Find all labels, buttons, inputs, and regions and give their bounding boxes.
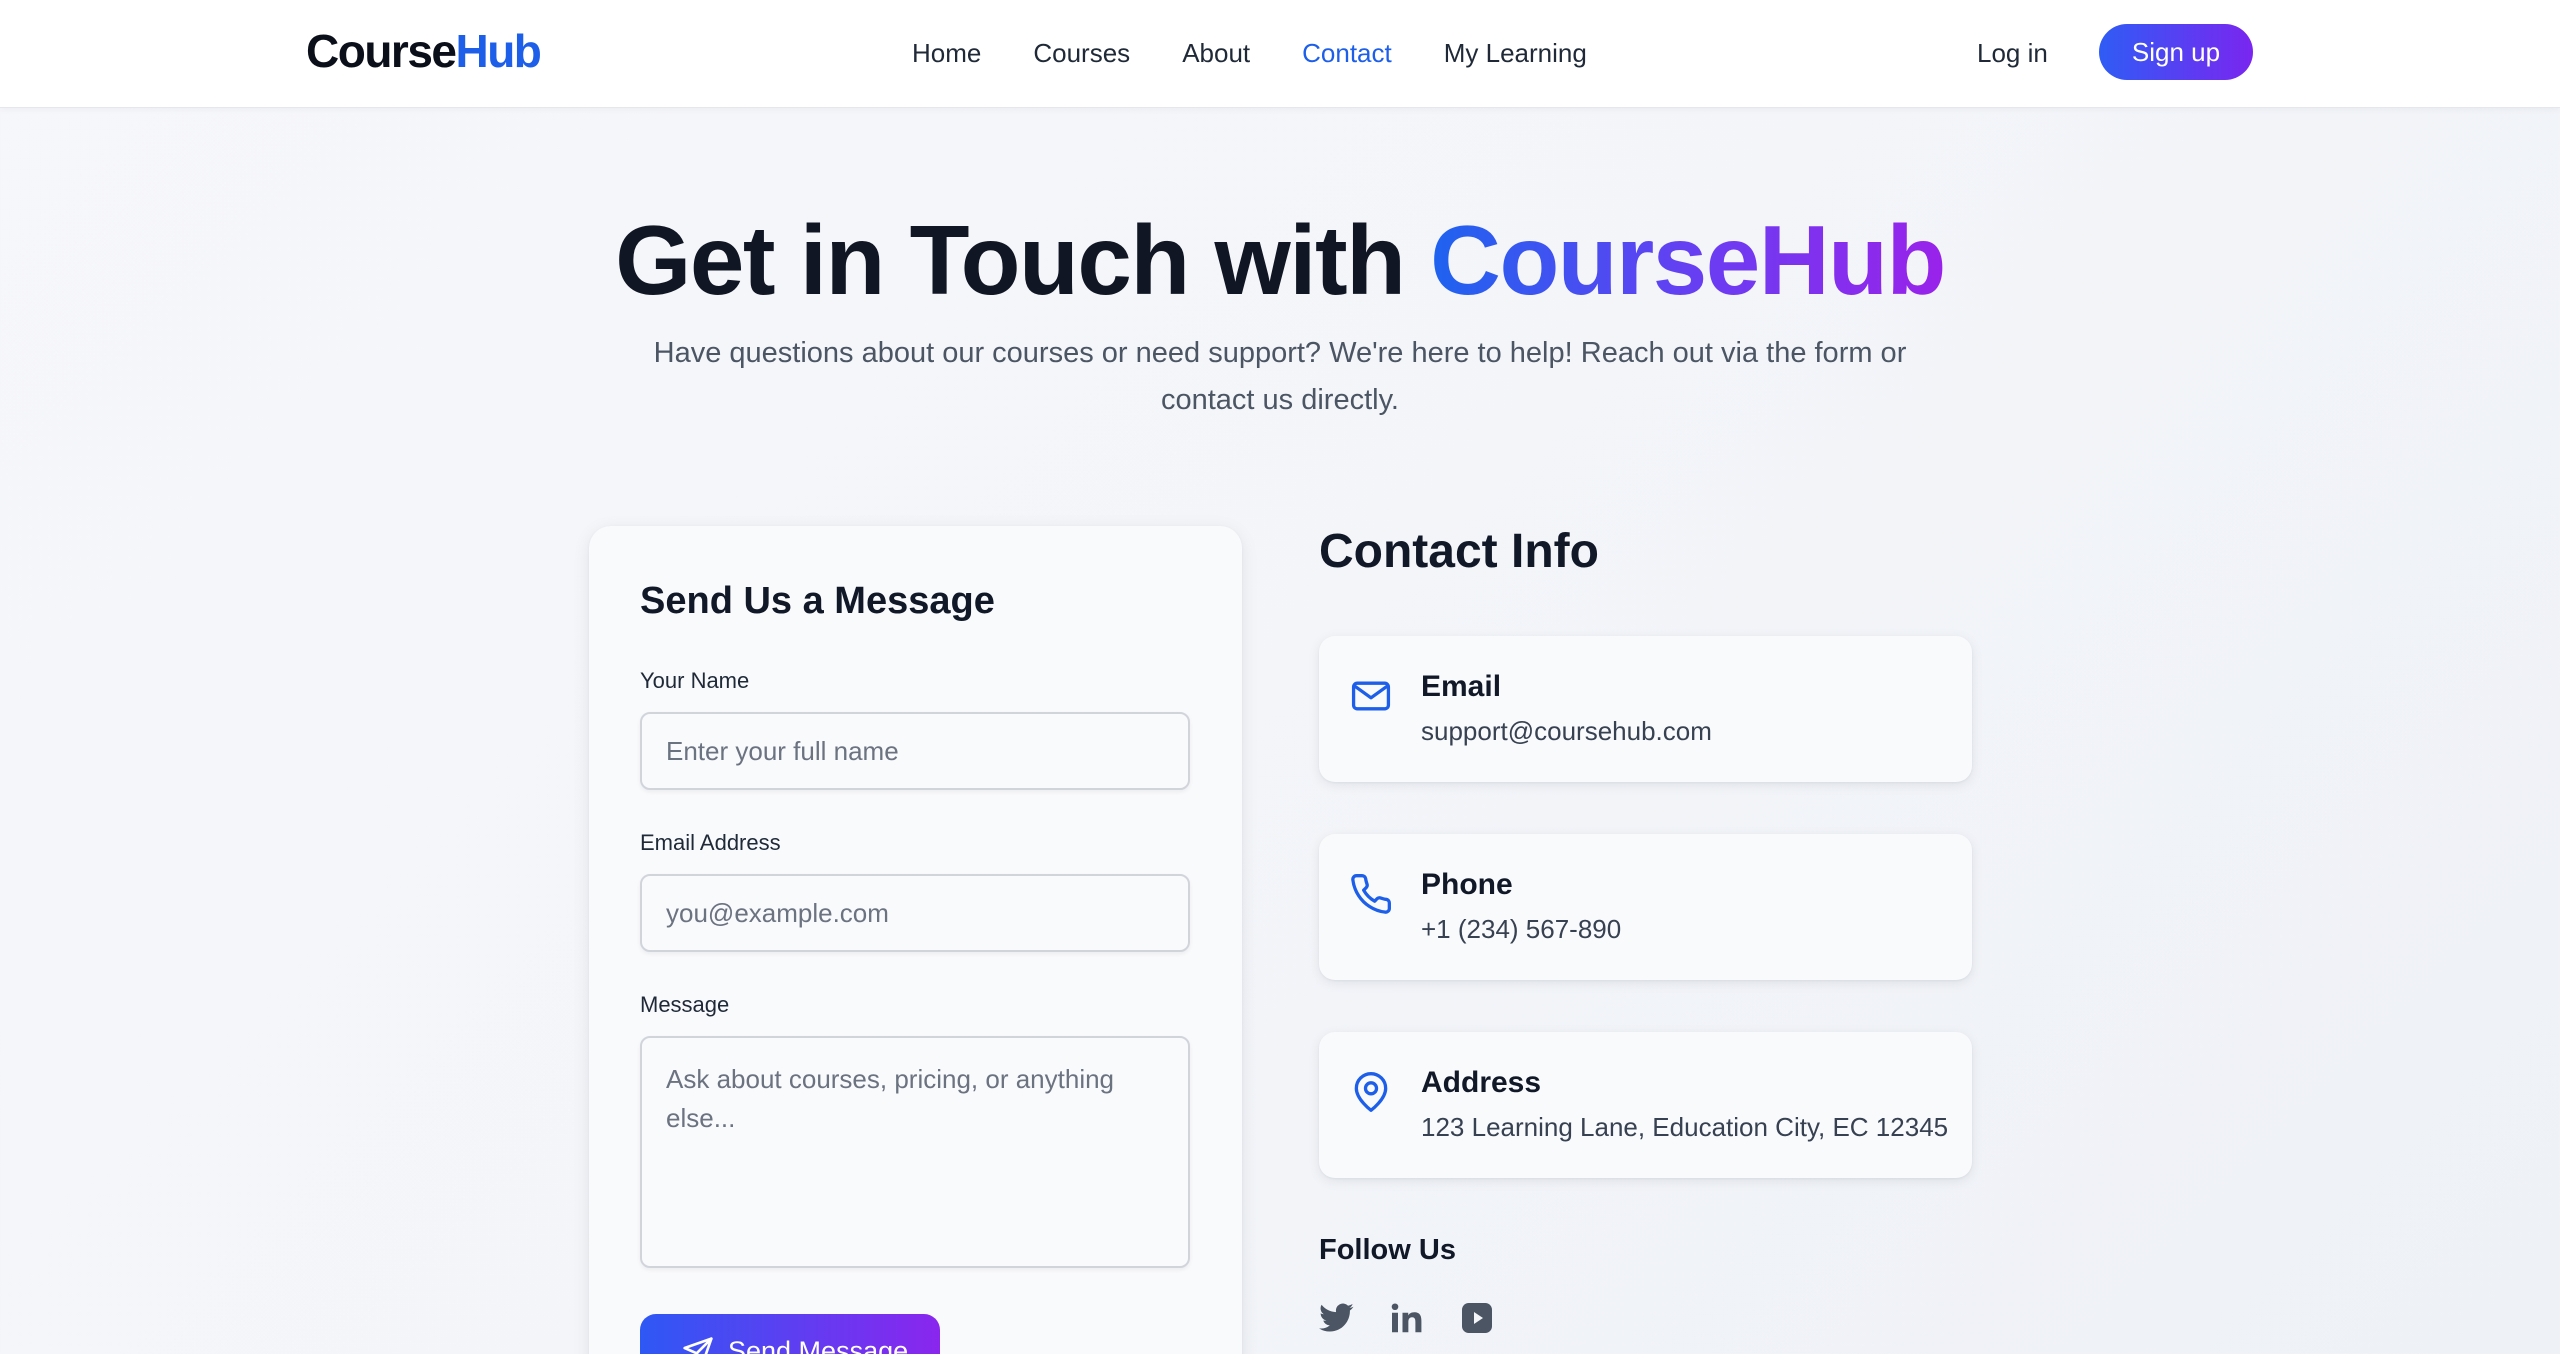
linkedin-icon[interactable]	[1389, 1300, 1425, 1336]
send-message-label: Send Message	[728, 1336, 909, 1354]
page-subtitle: Have questions about our courses or need…	[653, 337, 1907, 416]
email-info-card: Email support@coursehub.com	[1319, 636, 1972, 782]
send-icon	[683, 1337, 713, 1354]
send-message-button[interactable]: Send Message	[640, 1314, 940, 1354]
follow-us-title: Follow Us	[1319, 1234, 1456, 1266]
nav-link-about[interactable]: About	[1182, 34, 1250, 72]
address-info-label: Address	[1421, 1066, 1542, 1099]
contact-form-card: Send Us a Message Your Name Email Addres…	[589, 526, 1242, 1354]
logo-text-course: Course	[306, 25, 457, 77]
map-pin-icon	[1354, 1072, 1388, 1112]
email-label: Email Address	[640, 830, 781, 855]
address-info-card: Address 123 Learning Lane, Education Cit…	[1319, 1032, 1972, 1178]
email-info-value[interactable]: support@coursehub.com	[1421, 716, 1712, 747]
message-label: Message	[640, 992, 730, 1017]
phone-icon	[1351, 874, 1391, 914]
page-title-text: Get in Touch with	[615, 205, 1431, 315]
page-title-brand: CourseHub	[1430, 205, 1946, 315]
signup-button[interactable]: Sign up	[2099, 24, 2253, 80]
phone-info-label: Phone	[1421, 868, 1513, 901]
nav-link-courses[interactable]: Courses	[1033, 34, 1130, 72]
logo-text-hub: Hub	[455, 25, 541, 77]
address-info-value: 123 Learning Lane, Education City, EC 12…	[1421, 1112, 1949, 1142]
youtube-icon[interactable]	[1459, 1300, 1495, 1336]
login-link[interactable]: Log in	[1977, 34, 2048, 72]
phone-info-card: Phone +1 (234) 567-890	[1319, 834, 1972, 980]
phone-info-value[interactable]: +1 (234) 567-890	[1421, 914, 1621, 945]
nav-link-home[interactable]: Home	[912, 34, 981, 72]
message-textarea[interactable]	[640, 1036, 1190, 1268]
nav-link-contact[interactable]: Contact	[1302, 34, 1392, 72]
name-label: Your Name	[640, 668, 750, 693]
contact-info-title: Contact Info	[1319, 525, 1599, 578]
nav-link-my-learning[interactable]: My Learning	[1444, 34, 1587, 72]
top-nav-bar: CourseHub Home Courses About Contact My …	[0, 0, 2560, 108]
main-nav: Home Courses About Contact My Learning	[912, 34, 1639, 72]
form-title: Send Us a Message	[640, 580, 995, 622]
email-input[interactable]	[640, 874, 1190, 952]
email-info-label: Email	[1421, 670, 1502, 703]
twitter-icon[interactable]	[1319, 1300, 1355, 1336]
name-input[interactable]	[640, 712, 1190, 790]
page-title: Get in Touch with CourseHub	[0, 200, 2560, 320]
mail-icon	[1351, 681, 1391, 711]
logo[interactable]: CourseHub	[306, 24, 542, 78]
